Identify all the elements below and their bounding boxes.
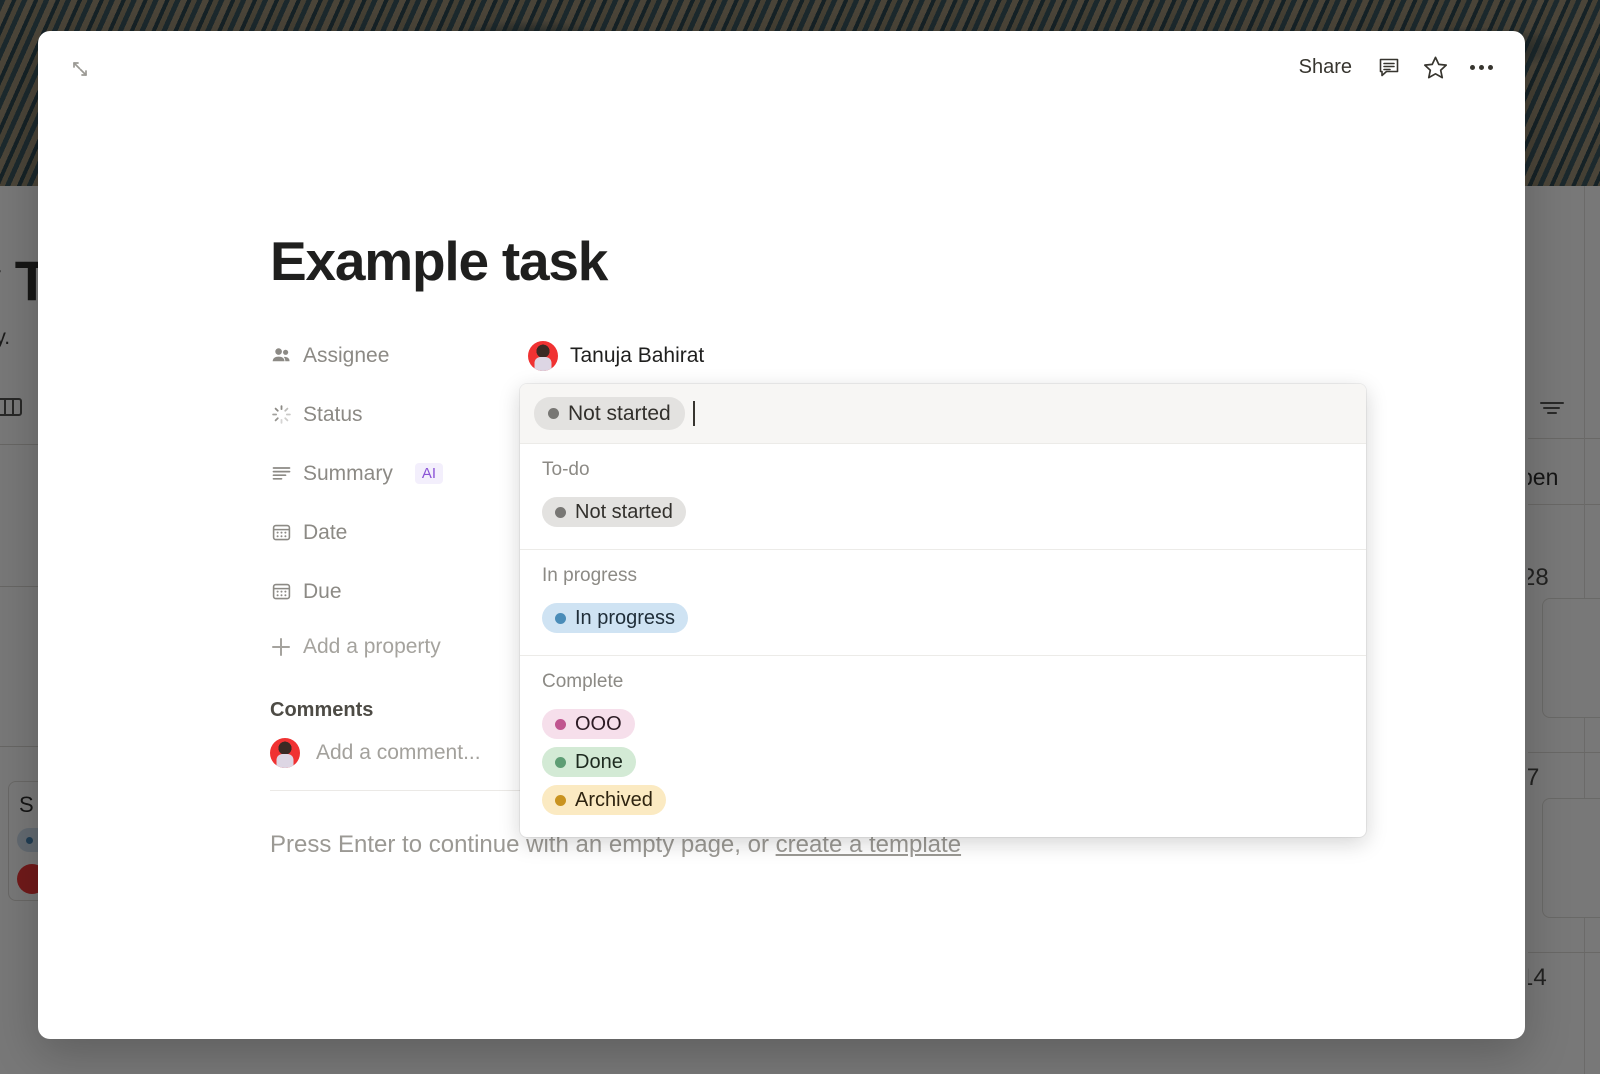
- calendar-icon: [270, 522, 292, 544]
- property-label-text: Status: [303, 403, 363, 427]
- property-label-text: Assignee: [303, 344, 389, 368]
- comment-input[interactable]: Add a comment...: [316, 741, 481, 765]
- status-dot: [555, 613, 566, 624]
- status-option-archived[interactable]: Archived: [520, 781, 1366, 819]
- add-property-button[interactable]: Add a property: [270, 629, 520, 665]
- add-property-label: Add a property: [303, 635, 441, 659]
- screen: y T day. S pen 28 7 14: [0, 0, 1600, 1074]
- status-option-label: Not started: [575, 502, 673, 522]
- plus-icon: [270, 636, 292, 658]
- status-group-in-progress: In progress In progress: [520, 549, 1366, 655]
- property-value-assignee[interactable]: Tanuja Bahirat: [520, 337, 1485, 375]
- expand-diagonal-icon[interactable]: [63, 52, 97, 86]
- calendar-icon: [270, 581, 292, 603]
- avatar: [270, 738, 300, 768]
- status-group-title: To-do: [520, 459, 1366, 481]
- modal-toolbar-actions: Share: [1288, 47, 1501, 87]
- status-pill: In progress: [542, 603, 688, 633]
- property-label-summary[interactable]: Summary AI: [270, 456, 520, 492]
- status-dot: [548, 408, 559, 419]
- text-cursor: [693, 401, 695, 426]
- task-peek-modal: Share Example task: [38, 31, 1525, 1039]
- status-option-label: In progress: [575, 608, 675, 628]
- property-row-assignee: Assignee Tanuja Bahirat: [270, 334, 1485, 378]
- status-dot: [555, 507, 566, 518]
- status-dot: [555, 795, 566, 806]
- status-option-done[interactable]: Done: [520, 743, 1366, 781]
- status-option-label: Done: [575, 752, 623, 772]
- selected-status-label: Not started: [568, 403, 671, 424]
- people-icon: [270, 345, 292, 367]
- status-group-complete: Complete OOO Done Archive: [520, 655, 1366, 837]
- property-label-due[interactable]: Due: [270, 574, 520, 610]
- modal-toolbar: Share: [38, 31, 1525, 105]
- selected-status-pill[interactable]: Not started: [534, 397, 685, 430]
- property-label-status[interactable]: Status: [270, 397, 520, 433]
- status-dot: [555, 757, 566, 768]
- status-pill: Archived: [542, 785, 666, 815]
- status-option-not-started[interactable]: Not started: [520, 493, 1366, 531]
- spinner-icon: [270, 404, 292, 426]
- property-label-assignee[interactable]: Assignee: [270, 338, 520, 374]
- comment-bubble-icon[interactable]: [1369, 47, 1409, 87]
- status-option-label: OOO: [575, 714, 622, 734]
- status-dot: [555, 719, 566, 730]
- ai-badge: AI: [415, 463, 443, 484]
- status-option-label: Archived: [575, 790, 653, 810]
- status-search-row[interactable]: Not started: [520, 384, 1366, 444]
- property-label-date[interactable]: Date: [270, 515, 520, 551]
- status-pill: Done: [542, 747, 636, 777]
- text-lines-icon: [270, 463, 292, 485]
- status-pill: Not started: [542, 497, 686, 527]
- star-icon[interactable]: [1415, 47, 1455, 87]
- avatar: [528, 341, 558, 371]
- status-group-title: In progress: [520, 565, 1366, 587]
- property-label-text: Date: [303, 521, 347, 545]
- more-horizontal-icon[interactable]: [1461, 47, 1501, 87]
- property-label-text: Due: [303, 580, 342, 604]
- status-option-ooo[interactable]: OOO: [520, 705, 1366, 743]
- status-pill: OOO: [542, 709, 635, 739]
- share-button[interactable]: Share: [1288, 49, 1363, 85]
- status-dropdown: Not started To-do Not started In progres…: [520, 384, 1366, 837]
- property-label-text: Summary: [303, 462, 393, 486]
- assignee-name: Tanuja Bahirat: [570, 344, 704, 368]
- status-option-in-progress[interactable]: In progress: [520, 599, 1366, 637]
- page-title[interactable]: Example task: [270, 231, 1485, 292]
- status-group-title: Complete: [520, 671, 1366, 693]
- status-group-todo: To-do Not started: [520, 444, 1366, 549]
